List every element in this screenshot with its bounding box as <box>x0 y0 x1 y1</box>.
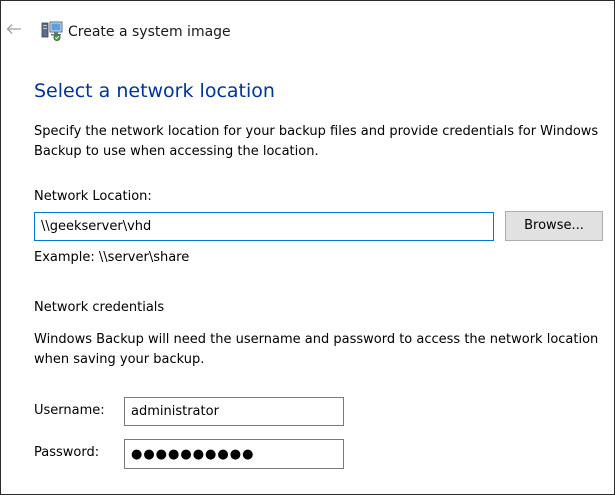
title-bar: Create a system image <box>1 1 614 47</box>
network-location-label: Network Location: <box>34 189 152 204</box>
back-button[interactable] <box>4 19 24 39</box>
password-label: Password: <box>34 445 100 460</box>
page-description: Specify the network location for your ba… <box>34 124 599 159</box>
create-system-image-window: Create a system image Select a network l… <box>0 0 615 495</box>
network-location-input[interactable] <box>34 212 494 241</box>
browse-button[interactable]: Browse... <box>505 211 603 241</box>
credentials-description: Windows Backup will need the username an… <box>34 332 599 367</box>
network-location-example: Example: \\server\share <box>34 250 190 265</box>
page-heading: Select a network location <box>34 80 275 102</box>
username-label: Username: <box>34 403 105 418</box>
system-image-backup-icon <box>41 20 63 42</box>
arrow-left-icon <box>6 24 21 34</box>
username-input[interactable] <box>124 397 344 426</box>
network-credentials-heading: Network credentials <box>34 300 165 315</box>
window-title: Create a system image <box>68 24 231 40</box>
password-input[interactable] <box>124 439 344 469</box>
